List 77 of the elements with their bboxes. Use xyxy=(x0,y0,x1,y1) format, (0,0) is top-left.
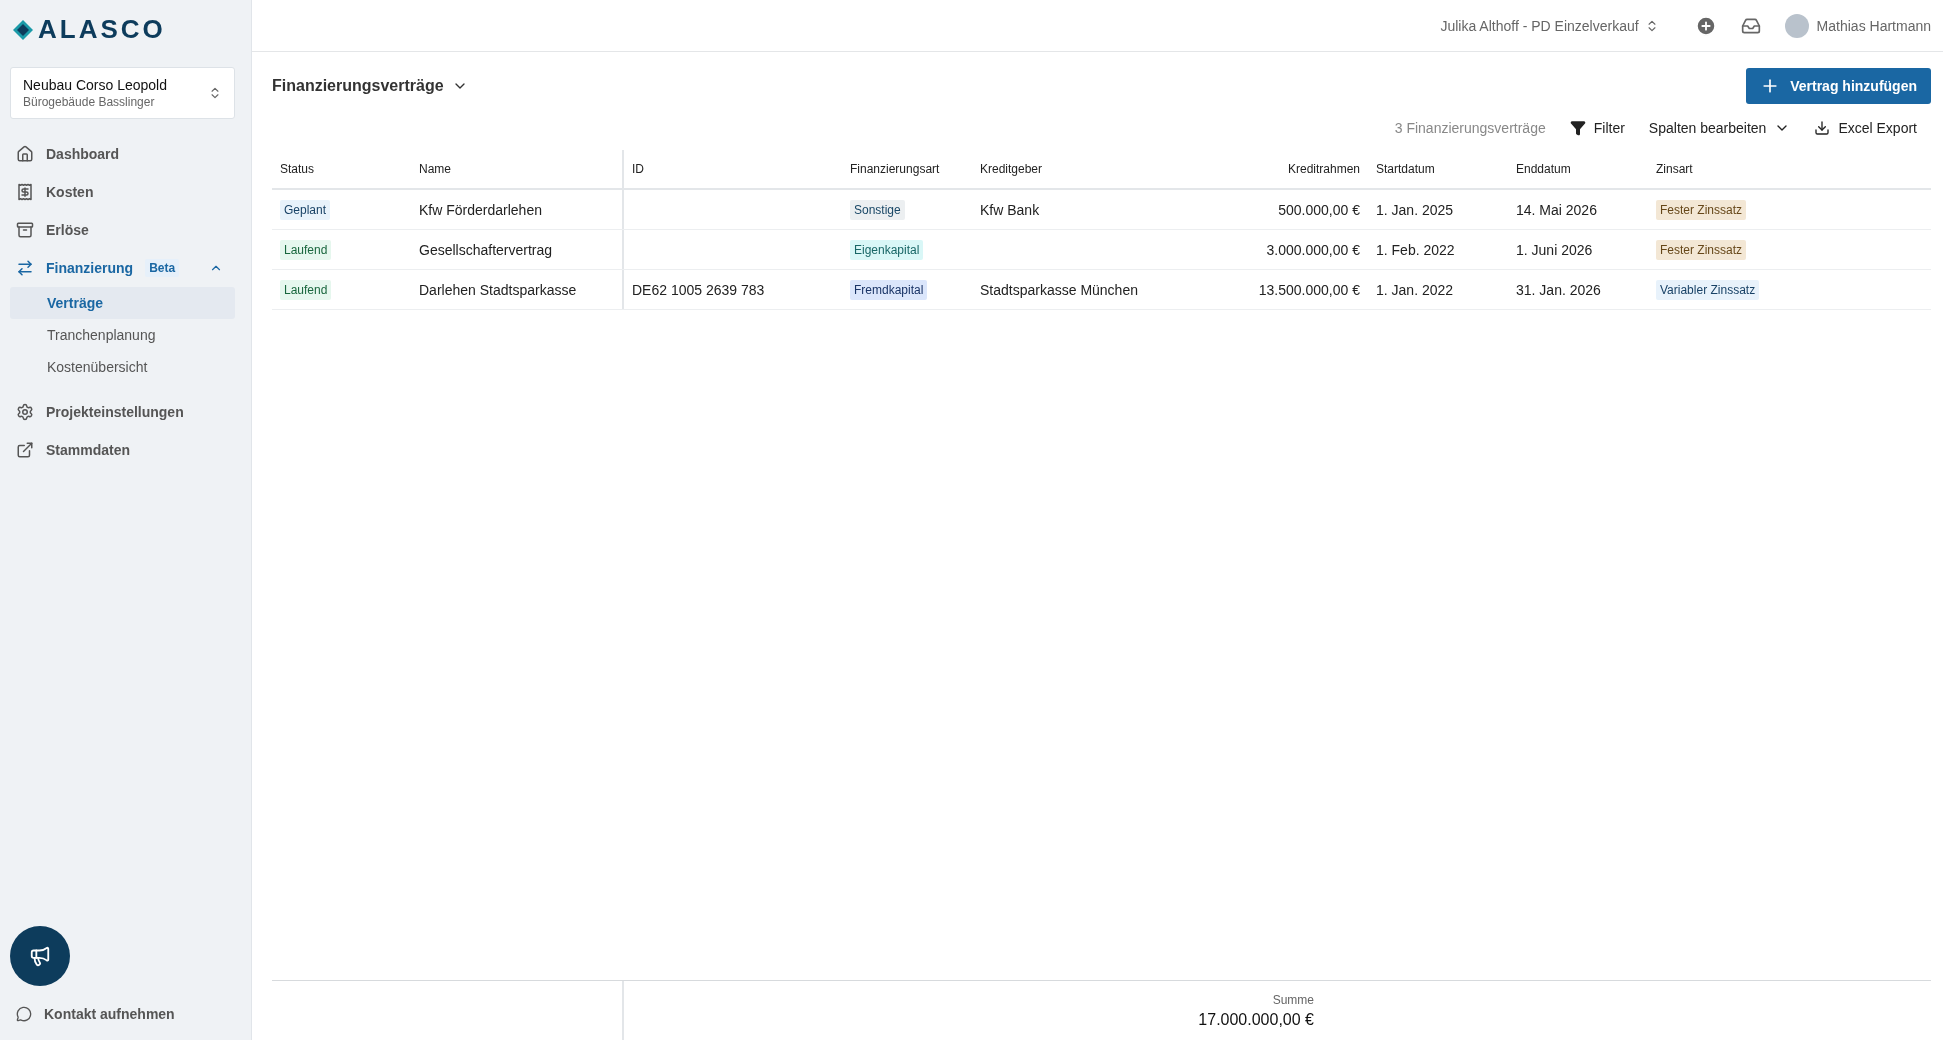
nav-item[interactable]: Finanzierung Beta xyxy=(10,249,235,287)
archive-icon xyxy=(16,221,34,239)
tag: Geplant xyxy=(280,199,331,220)
beta-badge: Beta xyxy=(145,259,180,277)
settings-icon xyxy=(16,403,34,421)
tag: Fester Zinssatz xyxy=(1656,199,1747,220)
nav-item[interactable]: Projekteinstellungen xyxy=(10,393,235,431)
table-cell-text: 500.000,00 € xyxy=(1277,200,1361,220)
tag: Variabler Zinssatz xyxy=(1656,279,1760,300)
filter-button[interactable]: Filter xyxy=(1569,120,1625,136)
nav-label: Stammdaten xyxy=(46,442,131,458)
tag: Sonstige xyxy=(850,199,905,220)
nav-item[interactable]: Erlöse xyxy=(10,211,235,249)
column-header[interactable]: Status xyxy=(272,150,411,188)
tag: Eigenkapital xyxy=(850,239,924,260)
table-cell-text: Stadtsparkasse München xyxy=(979,280,1139,300)
user-name[interactable]: Mathias Hartmann xyxy=(1816,17,1931,34)
receipt-icon xyxy=(16,183,34,201)
nav-subitem[interactable]: Verträge xyxy=(10,287,235,319)
table-cell-text: 1. Jan. 2025 xyxy=(1375,200,1455,220)
megaphone-icon xyxy=(29,945,51,967)
table-cell-text: 3.000.000,00 € xyxy=(1265,240,1361,260)
add-icon[interactable] xyxy=(1694,14,1717,37)
tag: Laufend xyxy=(280,239,332,260)
nav-label: Projekteinstellungen xyxy=(46,404,184,420)
export-button[interactable]: Excel Export xyxy=(1814,120,1917,136)
table-cell: DE62 1005 2639 783 xyxy=(622,270,842,309)
table-cell-text: 31. Jan. 2026 xyxy=(1515,280,1602,300)
filter-icon xyxy=(1569,120,1586,136)
project-name: Neubau Corso Leopold xyxy=(23,77,167,93)
column-header[interactable]: Finanzierungsart xyxy=(842,150,972,188)
sum-label: Summe xyxy=(1272,992,1314,1007)
column-header[interactable]: Zinsart xyxy=(1648,150,1931,188)
contact-link[interactable]: Kontakt aufnehmen xyxy=(10,1006,235,1022)
table-cell-text: 13.500.000,00 € xyxy=(1257,280,1361,300)
table-cell-text: Kfw Förderdarlehen xyxy=(418,200,543,220)
table-cell-text: 1. Feb. 2022 xyxy=(1375,240,1456,260)
logo-text: ALASCO xyxy=(38,14,166,45)
column-header[interactable]: ID xyxy=(622,150,842,188)
nav-label: Dashboard xyxy=(46,146,120,162)
page-title-dropdown[interactable]: Finanzierungsverträge xyxy=(272,77,468,95)
column-header[interactable]: Startdatum xyxy=(1368,150,1508,188)
nav-label: Kosten xyxy=(46,184,94,200)
table-cell-text: 1. Juni 2026 xyxy=(1515,240,1594,260)
result-count: 3 Finanzierungsverträge xyxy=(1394,120,1546,136)
tag: Laufend xyxy=(280,279,332,300)
organization-selector[interactable]: Julika Althoff - PD Einzelverkauf xyxy=(1440,17,1659,34)
project-selector[interactable]: Neubau Corso Leopold Bürogebäude Basslinger xyxy=(10,67,235,119)
edit-columns-button[interactable]: Spalten bearbeiten xyxy=(1648,120,1791,136)
arrows-icon xyxy=(16,259,34,277)
nav-item[interactable]: Kosten xyxy=(10,173,235,211)
table-cell-text: Gesellschaftervertrag xyxy=(418,240,554,260)
external-link-icon xyxy=(16,441,34,459)
nav-item[interactable]: Stammdaten xyxy=(10,431,235,469)
nav-subitem[interactable]: Kostenübersicht xyxy=(10,351,235,383)
table-cell-text: 14. Mai 2026 xyxy=(1515,200,1598,220)
table-cell-text: Kfw Bank xyxy=(979,200,1041,220)
tag: Fester Zinssatz xyxy=(1656,239,1747,260)
home-icon xyxy=(16,145,34,163)
sum-value: 17.000.000,00 € xyxy=(1198,1010,1314,1029)
nav-subitem[interactable]: Tranchenplanung xyxy=(10,319,235,351)
download-icon xyxy=(1814,120,1831,136)
table-cell-text: Darlehen Stadtsparkasse xyxy=(418,280,578,300)
nav-item[interactable]: Dashboard xyxy=(10,135,235,173)
logo-icon xyxy=(12,18,34,41)
chat-icon xyxy=(16,1006,32,1022)
nav-label: Finanzierung xyxy=(46,260,134,276)
project-subtitle: Bürogebäude Basslinger xyxy=(23,95,156,109)
nav-label: Erlöse xyxy=(46,222,89,238)
column-header[interactable]: Kreditrahmen xyxy=(1232,150,1368,188)
announcement-button[interactable] xyxy=(10,926,70,986)
column-header[interactable]: Kreditgeber xyxy=(972,150,1232,188)
tag: Fremdkapital xyxy=(850,279,928,300)
column-header[interactable]: Enddatum xyxy=(1508,150,1648,188)
column-header[interactable]: Name xyxy=(411,150,622,188)
add-contract-button[interactable]: Vertrag hinzufügen xyxy=(1746,68,1931,104)
table-cell-text: 1. Jan. 2022 xyxy=(1375,280,1455,300)
